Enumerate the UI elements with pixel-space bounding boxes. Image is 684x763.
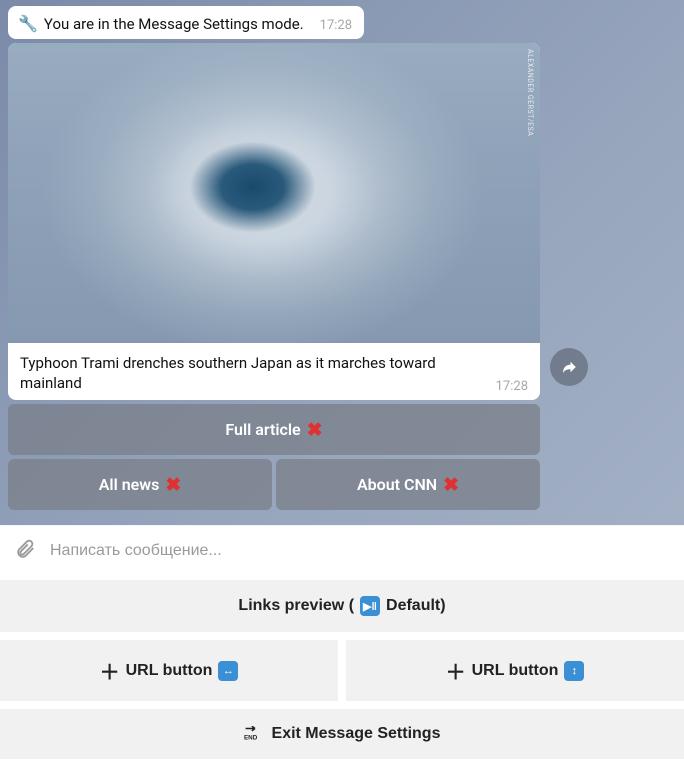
settings-panel: Links preview ( ▶‖ Default) ＋ URL button… <box>0 576 684 763</box>
about-cnn-button[interactable]: About CNN ✖ <box>276 459 540 510</box>
image-credit: ALEXANDER GERST/ESA <box>526 49 534 136</box>
article-caption: Typhoon Trami drenches southern Japan as… <box>20 353 484 394</box>
all-news-label: All news <box>99 475 160 494</box>
end-icon: END <box>244 726 266 742</box>
settings-mode-time: 17:28 <box>320 18 352 33</box>
links-preview-prefix: Links preview ( <box>238 597 354 615</box>
inline-row-1: Full article ✖ <box>8 404 540 455</box>
share-button[interactable] <box>550 348 588 386</box>
message-input[interactable] <box>50 542 670 560</box>
add-url-button-right[interactable]: ＋ URL button ↕ <box>346 640 684 701</box>
vertical-arrows-icon: ↕ <box>564 661 584 681</box>
article-card: ALEXANDER GERST/ESA Typhoon Trami drench… <box>8 43 540 400</box>
full-article-label: Full article <box>225 420 300 439</box>
inline-keyboard: Full article ✖ All news ✖ About CNN ✖ <box>8 404 540 510</box>
chat-area: 🔧 You are in the Message Settings mode. … <box>0 0 684 525</box>
add-url-button-left[interactable]: ＋ URL button ↔ <box>0 640 338 701</box>
close-icon: ✖ <box>307 418 323 441</box>
url-button-right-label: URL button <box>472 662 559 680</box>
inline-row-2: All news ✖ About CNN ✖ <box>8 459 540 510</box>
exit-settings-label: Exit Message Settings <box>272 725 441 743</box>
plus-icon: ＋ <box>446 656 466 685</box>
all-news-button[interactable]: All news ✖ <box>8 459 272 510</box>
article-image[interactable]: ALEXANDER GERST/ESA <box>8 43 540 343</box>
links-preview-suffix: Default) <box>386 597 446 615</box>
play-pause-icon: ▶‖ <box>360 596 380 616</box>
close-icon: ✖ <box>165 473 181 496</box>
article-caption-row: Typhoon Trami drenches southern Japan as… <box>8 343 540 400</box>
settings-mode-row: 🔧 You are in the Message Settings mode. … <box>8 6 676 39</box>
settings-mode-bubble: 🔧 You are in the Message Settings mode. … <box>8 6 364 39</box>
links-preview-button[interactable]: Links preview ( ▶‖ Default) <box>0 580 684 632</box>
article-time: 17:28 <box>496 379 528 394</box>
about-cnn-label: About CNN <box>357 475 437 494</box>
wrench-icon: 🔧 <box>18 14 38 33</box>
full-article-button[interactable]: Full article ✖ <box>8 404 540 455</box>
share-icon <box>560 358 578 376</box>
article-card-row: ALEXANDER GERST/ESA Typhoon Trami drench… <box>8 43 676 400</box>
plus-icon: ＋ <box>100 656 120 685</box>
url-button-left-label: URL button <box>126 662 213 680</box>
message-composer <box>0 525 684 576</box>
settings-mode-text: You are in the Message Settings mode. <box>44 15 304 33</box>
horizontal-arrows-icon: ↔ <box>218 661 238 681</box>
svg-text:END: END <box>244 735 258 742</box>
close-icon: ✖ <box>443 473 459 496</box>
exit-settings-button[interactable]: END Exit Message Settings <box>0 709 684 759</box>
attachment-icon[interactable] <box>14 538 36 564</box>
